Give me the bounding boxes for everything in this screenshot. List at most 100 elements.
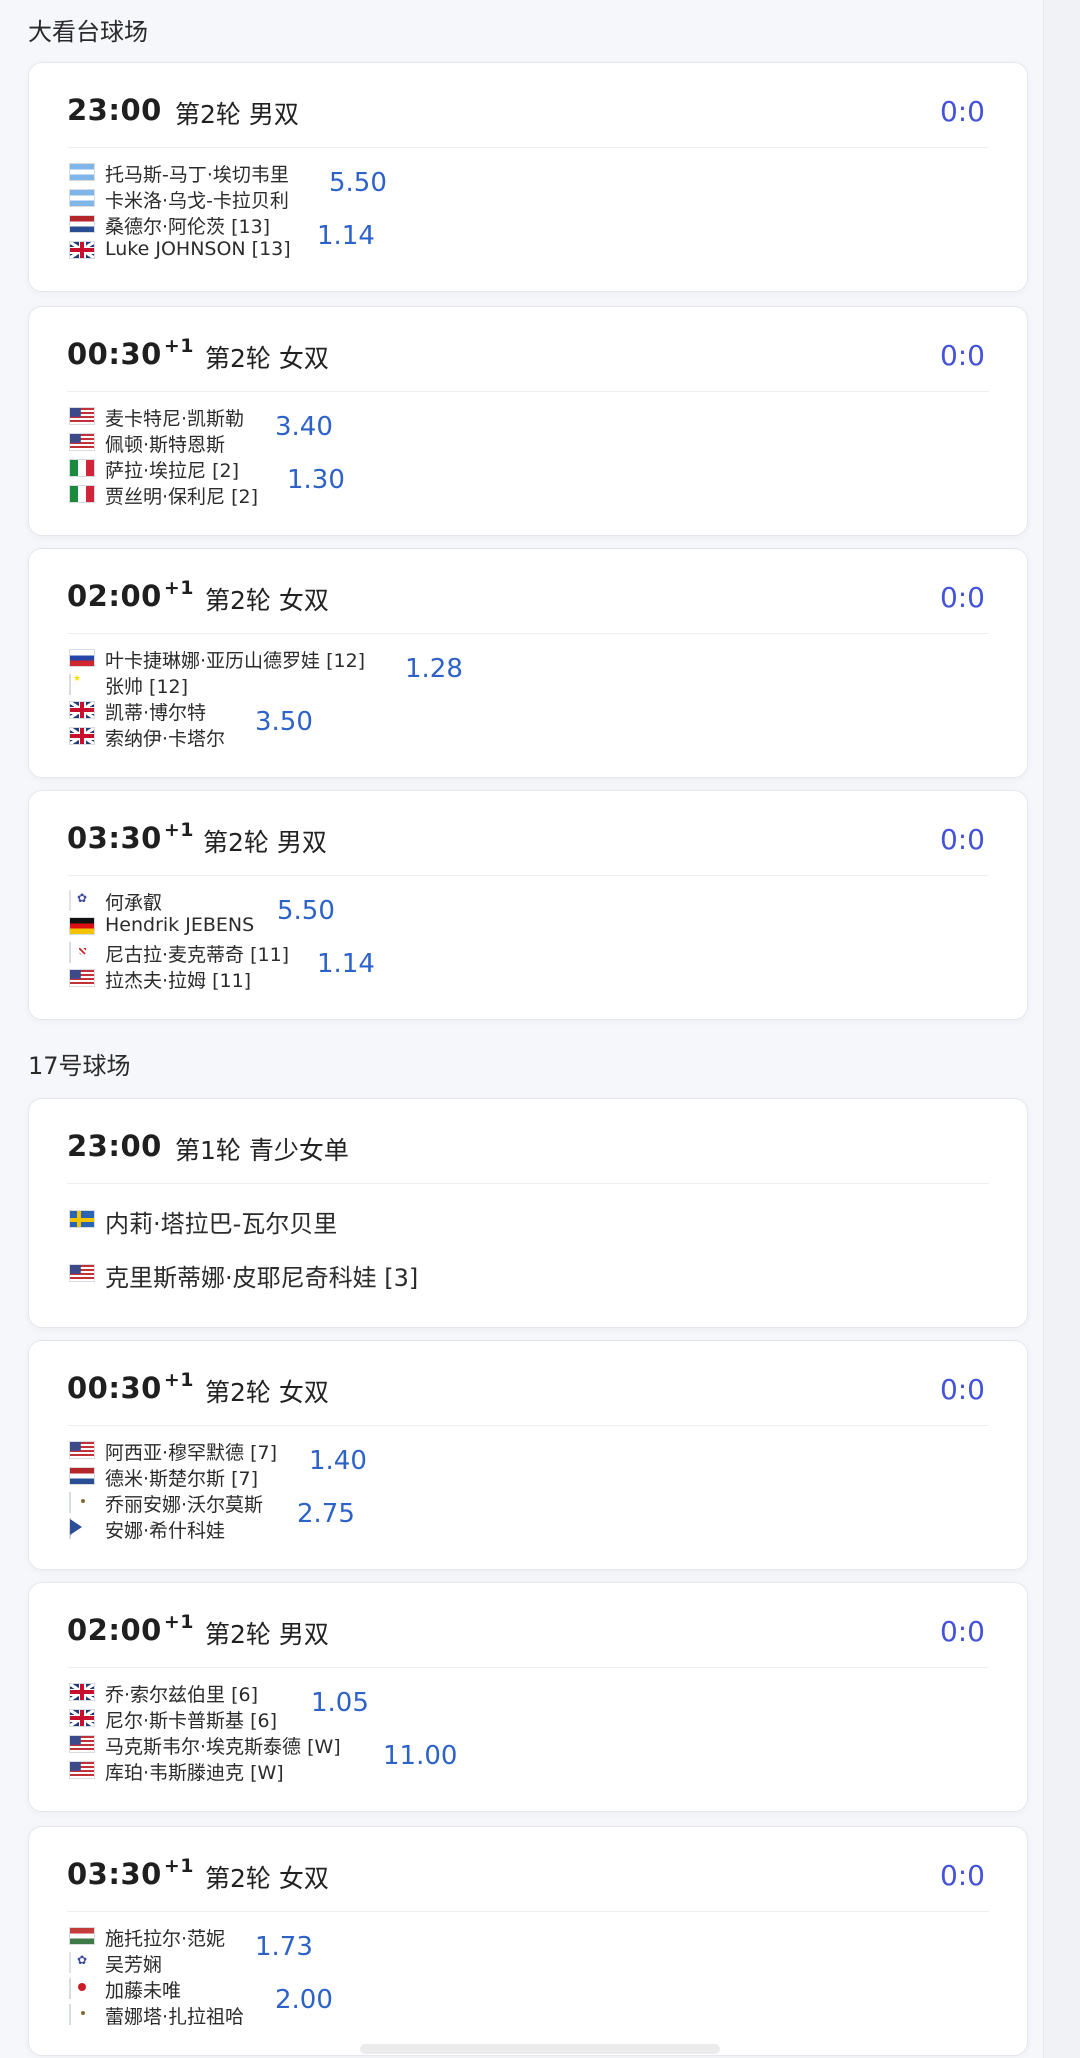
score: 0:0	[939, 581, 985, 614]
odds-team-1[interactable]: 5.50	[277, 896, 335, 926]
player-row: 索纳伊·卡塔尔	[69, 723, 225, 750]
odds-team-1[interactable]: 3.40	[275, 412, 333, 442]
match-time: 23:00	[67, 93, 164, 127]
player-row: 安娜·希什科娃	[69, 1515, 225, 1542]
round-label: 第2轮 男双	[203, 828, 327, 857]
players: 施托拉尔·范妮 吴芳娴 加藤未唯 蕾娜塔·扎拉祖哈	[69, 1923, 244, 2028]
match-card[interactable]: 03:30+1 第2轮 男双 0:0 何承叡 Hendrik JEBENS 尼古…	[28, 790, 1028, 1020]
player-name: 尼尔·斯卡普斯基 [6]	[105, 1710, 277, 1732]
match-time: 00:30 +1	[67, 1369, 194, 1405]
flag-icon	[69, 1210, 95, 1228]
odds-team-2[interactable]: 1.14	[317, 221, 375, 251]
player-name: 乔丽安娜·沃尔莫斯	[105, 1494, 264, 1516]
odds-team-2[interactable]: 2.00	[275, 1985, 333, 2015]
flag-icon	[69, 215, 95, 233]
match-card[interactable]: 23:00 第2轮 男双 0:0 托马斯-马丁·埃切韦里 卡米洛·乌戈-卡拉贝利…	[28, 62, 1028, 292]
player-name: 叶卡捷琳娜·亚历山德罗娃 [12]	[105, 650, 366, 672]
flag-icon	[69, 433, 95, 451]
flag-icon	[69, 189, 95, 207]
flag-icon	[69, 407, 95, 425]
player-row: 拉杰夫·拉姆 [11]	[69, 965, 251, 992]
score: 0:0	[939, 1615, 985, 1648]
odds-team-2[interactable]: 1.30	[287, 465, 345, 495]
flag-icon	[69, 649, 95, 667]
match-time: 03:30 +1	[67, 1855, 194, 1891]
match-header: 02:00 +1 第2轮 男双 0:0	[67, 1583, 989, 1668]
odds-team-2[interactable]: 3.50	[255, 707, 313, 737]
odds-team-1[interactable]: 1.40	[309, 1446, 367, 1476]
match-header: 00:30 +1 第2轮 女双 0:0	[67, 307, 989, 392]
round-label: 第2轮 男双	[175, 100, 299, 129]
player-row: 蕾娜塔·扎拉祖哈	[69, 2001, 244, 2028]
right-rail	[1043, 0, 1080, 2058]
odds-team-1[interactable]: 5.50	[329, 168, 387, 198]
time-text: 03:30	[67, 821, 162, 855]
players: 何承叡 Hendrik JEBENS 尼古拉·麦克蒂奇 [11] 拉杰夫·拉姆 …	[69, 887, 289, 992]
flag-icon	[69, 1735, 95, 1753]
player-name: 吴芳娴	[105, 1954, 163, 1976]
match-time: 02:00 +1	[67, 1611, 194, 1647]
flag-icon	[69, 1952, 71, 1973]
match-time: 03:30 +1	[67, 819, 194, 855]
round-label: 第2轮 女双	[205, 344, 329, 373]
flag-icon	[69, 1978, 71, 1999]
flag-icon	[69, 1709, 95, 1727]
player-row: 尼古拉·麦克蒂奇 [11]	[69, 939, 289, 966]
player-row: 阿西亚·穆罕默德 [7]	[69, 1437, 277, 1464]
round-label: 第1轮 青少女单	[175, 1136, 349, 1165]
player-name: 贾丝明·保利尼 [2]	[105, 486, 258, 508]
odds-team-1[interactable]: 1.73	[255, 1932, 313, 1962]
match-card[interactable]: 02:00+1 第2轮 女双 0:0 叶卡捷琳娜·亚历山德罗娃 [12] 张帅 …	[28, 548, 1028, 778]
player-row: 吴芳娴	[69, 1949, 162, 1976]
flag-icon	[69, 890, 71, 911]
flag-icon	[69, 1441, 95, 1459]
player-name: 萨拉·埃拉尼 [2]	[105, 460, 239, 482]
match-header: 02:00 +1 第2轮 女双 0:0	[67, 549, 989, 634]
player-row: 德米·斯楚尔斯 [7]	[69, 1463, 258, 1490]
flag-icon	[69, 969, 95, 987]
player-name: 库珀·韦斯滕迪克 [W]	[105, 1762, 284, 1784]
player-name: 内莉·塔拉巴-瓦尔贝里	[105, 1210, 338, 1238]
match-time: 23:00	[67, 1129, 164, 1163]
day-offset: +1	[163, 577, 194, 599]
score: 0:0	[939, 339, 985, 372]
odds-team-2[interactable]: 1.14	[317, 949, 375, 979]
player-name: 尼古拉·麦克蒂奇 [11]	[105, 944, 290, 966]
flag-icon	[69, 1927, 95, 1945]
flag-icon	[69, 942, 71, 963]
time-text: 02:00	[67, 579, 162, 613]
match-card[interactable]: 00:30 +1 第2轮 女双 0:0 麦卡特尼·凯斯勒 佩顿·斯特恩斯 萨拉·埃…	[28, 306, 1028, 536]
time-text: 00:30	[67, 337, 162, 371]
player-name: 佩顿·斯特恩斯	[105, 434, 226, 456]
match-card[interactable]: 23:00 第1轮 青少女单 内莉·塔拉巴-瓦尔贝里 克里斯蒂娜·皮耶尼奇科娃 …	[28, 1098, 1028, 1328]
section-title-court-17: 17号球场	[28, 1052, 131, 1080]
player-name: 托马斯-马丁·埃切韦里	[105, 164, 289, 186]
score: 0:0	[939, 823, 985, 856]
match-time: 00:30 +1	[67, 335, 194, 371]
match-card[interactable]: 03:30+1 第2轮 女双 0:0 施托拉尔·范妮 吴芳娴 加藤未唯 蕾娜塔·…	[28, 1826, 1028, 2056]
players: 阿西亚·穆罕默德 [7] 德米·斯楚尔斯 [7] 乔丽安娜·沃尔莫斯 安娜·希什…	[69, 1437, 277, 1542]
odds-team-2[interactable]: 2.75	[297, 1499, 355, 1529]
flag-icon	[69, 1467, 95, 1485]
score: 0:0	[939, 1859, 985, 1892]
day-offset: +1	[163, 1369, 194, 1391]
round-label: 第2轮 男双	[205, 1620, 329, 1649]
section-title-centre-court: 大看台球场	[28, 18, 148, 46]
odds-team-1[interactable]: 1.28	[405, 654, 463, 684]
player-row: 张帅 [12]	[69, 671, 188, 698]
player-name: Luke JOHNSON [13]	[105, 238, 291, 260]
flag-icon	[69, 1492, 71, 1513]
match-card[interactable]: 00:30 +1 第2轮 女双 0:0 阿西亚·穆罕默德 [7] 德米·斯楚尔斯 …	[28, 1340, 1028, 1570]
round-label: 第2轮 女双	[205, 1378, 329, 1407]
player-name: 施托拉尔·范妮	[105, 1928, 226, 1950]
odds-team-2[interactable]: 11.00	[383, 1741, 457, 1771]
odds-team-1[interactable]: 1.05	[311, 1688, 369, 1718]
day-offset: +1	[163, 335, 194, 357]
flag-icon	[69, 674, 71, 695]
flag-icon	[69, 1683, 95, 1701]
match-card[interactable]: 02:00 +1 第2轮 男双 0:0 乔·索尔兹伯里 [6] 尼尔·斯卡普斯基 …	[28, 1582, 1028, 1812]
time-text: 23:00	[67, 1129, 162, 1163]
round-label: 第2轮 女双	[205, 586, 329, 615]
score: 0:0	[939, 95, 985, 128]
flag-icon	[69, 485, 95, 503]
